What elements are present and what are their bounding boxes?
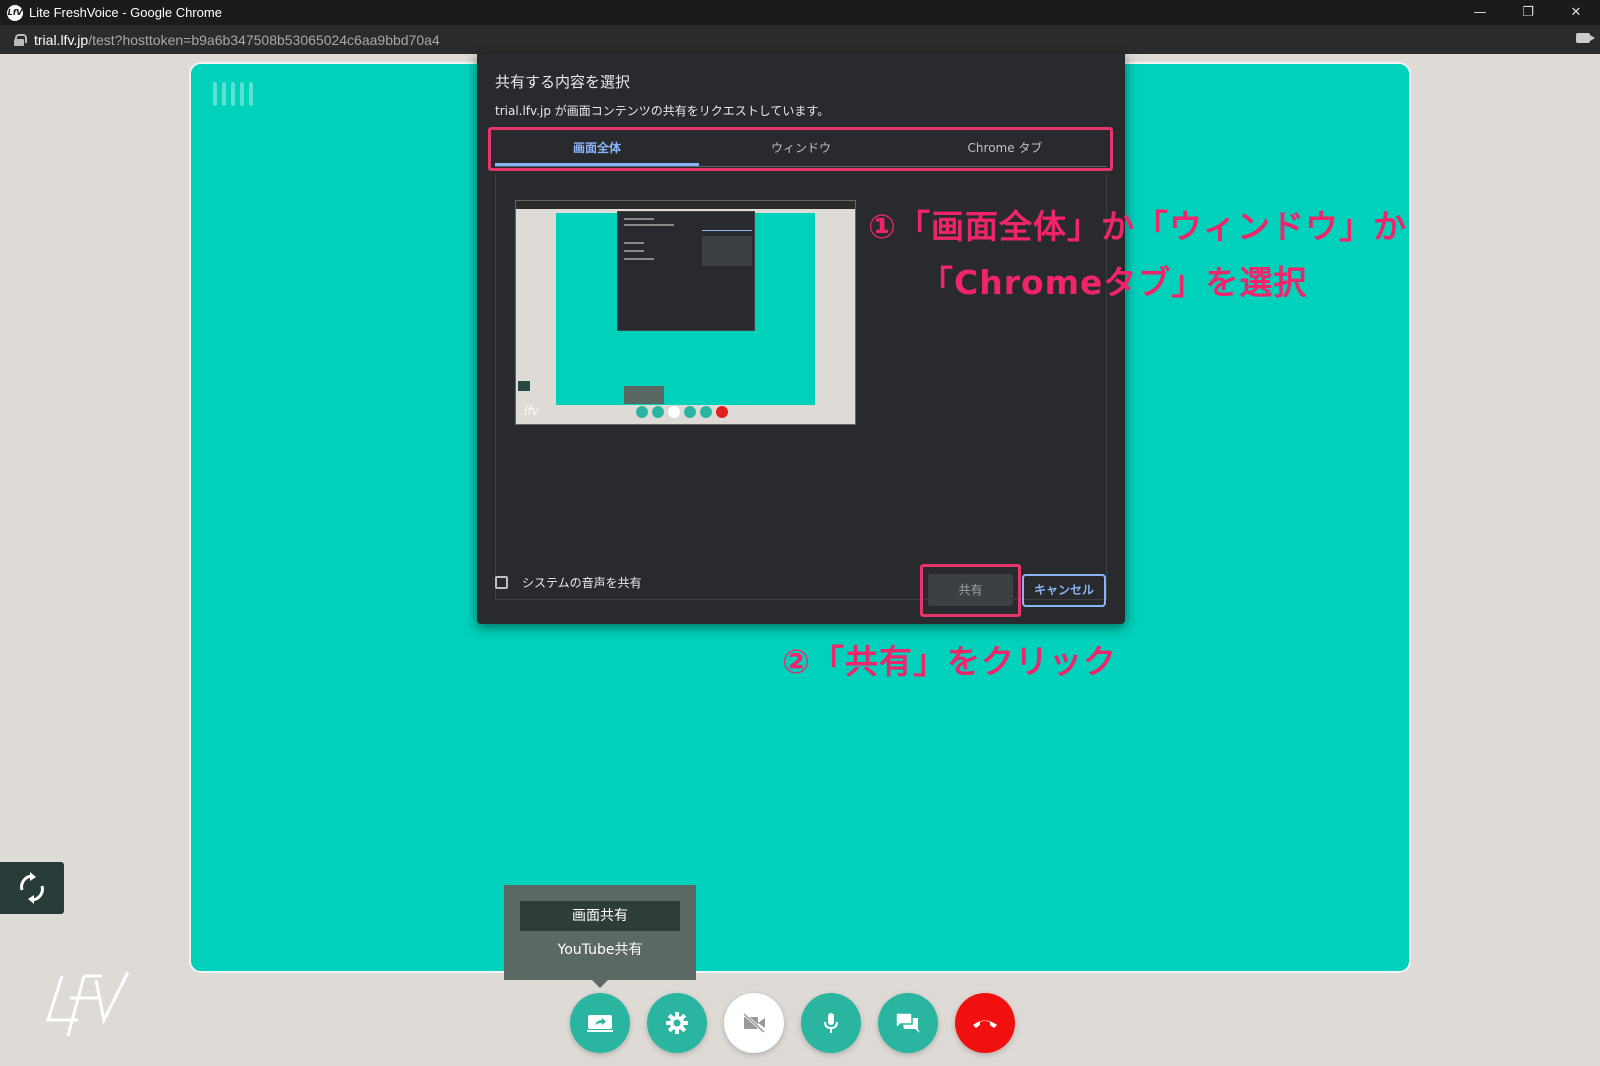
- screen-share-dialog: 共有する内容を選択 trial.lfv.jp が画面コンテンツの共有をリクエスト…: [477, 54, 1125, 624]
- tabs-annotation-box: [488, 127, 1113, 171]
- app-logo-icon: LfV: [7, 4, 23, 21]
- cancel-button[interactable]: キャンセル: [1022, 574, 1106, 607]
- lock-icon: [14, 33, 27, 46]
- chat-button[interactable]: [878, 993, 938, 1053]
- screen-thumbnail[interactable]: lfv: [515, 200, 856, 425]
- phone-hangup-icon: [973, 1020, 997, 1028]
- camera-toggle-button[interactable]: [724, 993, 784, 1053]
- menu-item-screen-share[interactable]: 画面共有: [520, 901, 680, 931]
- chat-icon: [896, 1012, 920, 1033]
- share-annotation-box: [920, 564, 1021, 617]
- restore-button[interactable]: ❐: [1504, 0, 1552, 25]
- url-path: /test?hosttoken=b9a6b347508b53065024c6aa…: [88, 31, 440, 48]
- video-off-icon: [742, 1013, 766, 1033]
- rotate-camera-button[interactable]: [0, 862, 64, 914]
- microphone-button[interactable]: [801, 993, 861, 1053]
- refresh-icon: [20, 872, 44, 904]
- call-controls: [570, 993, 1015, 1053]
- screen-share-button[interactable]: [570, 993, 630, 1053]
- window-title-bar: LfV Lite FreshVoice - Google Chrome — ❐ …: [0, 0, 1600, 25]
- annotation-step2: ②「共有」をクリック: [782, 642, 1117, 681]
- close-button[interactable]: ✕: [1552, 0, 1600, 25]
- dialog-title: 共有する内容を選択: [495, 73, 631, 91]
- screen-share-icon: [587, 1015, 613, 1032]
- window-title: Lite FreshVoice - Google Chrome: [29, 5, 222, 20]
- system-audio-checkbox-row[interactable]: システムの音声を共有: [495, 574, 642, 591]
- system-audio-label: システムの音声を共有: [522, 576, 642, 590]
- system-audio-checkbox[interactable]: [495, 576, 508, 589]
- menu-item-youtube-share[interactable]: YouTube共有: [520, 935, 680, 965]
- gear-icon: [666, 1012, 688, 1034]
- url-host: trial.lfv.jp: [34, 31, 89, 48]
- camera-in-use-icon[interactable]: [1576, 33, 1595, 43]
- annotation-step1-line1: ①「画面全体」か「ウィンドウ」か: [868, 207, 1407, 246]
- hang-up-button[interactable]: [955, 993, 1015, 1053]
- annotation-step1-line2: 「Chromeタブ」を選択: [920, 263, 1308, 302]
- signal-strength-icon: [213, 82, 253, 106]
- dialog-subtitle: trial.lfv.jp が画面コンテンツの共有をリクエストしています。: [495, 104, 830, 118]
- settings-button[interactable]: [647, 993, 707, 1053]
- share-popup-menu: 画面共有 YouTube共有: [504, 885, 696, 988]
- minimize-button[interactable]: —: [1456, 0, 1504, 25]
- address-bar[interactable]: trial.lfv.jp/test?hosttoken=b9a6b347508b…: [0, 25, 1600, 54]
- mic-icon: [824, 1013, 838, 1033]
- lfv-logo: [40, 968, 130, 1042]
